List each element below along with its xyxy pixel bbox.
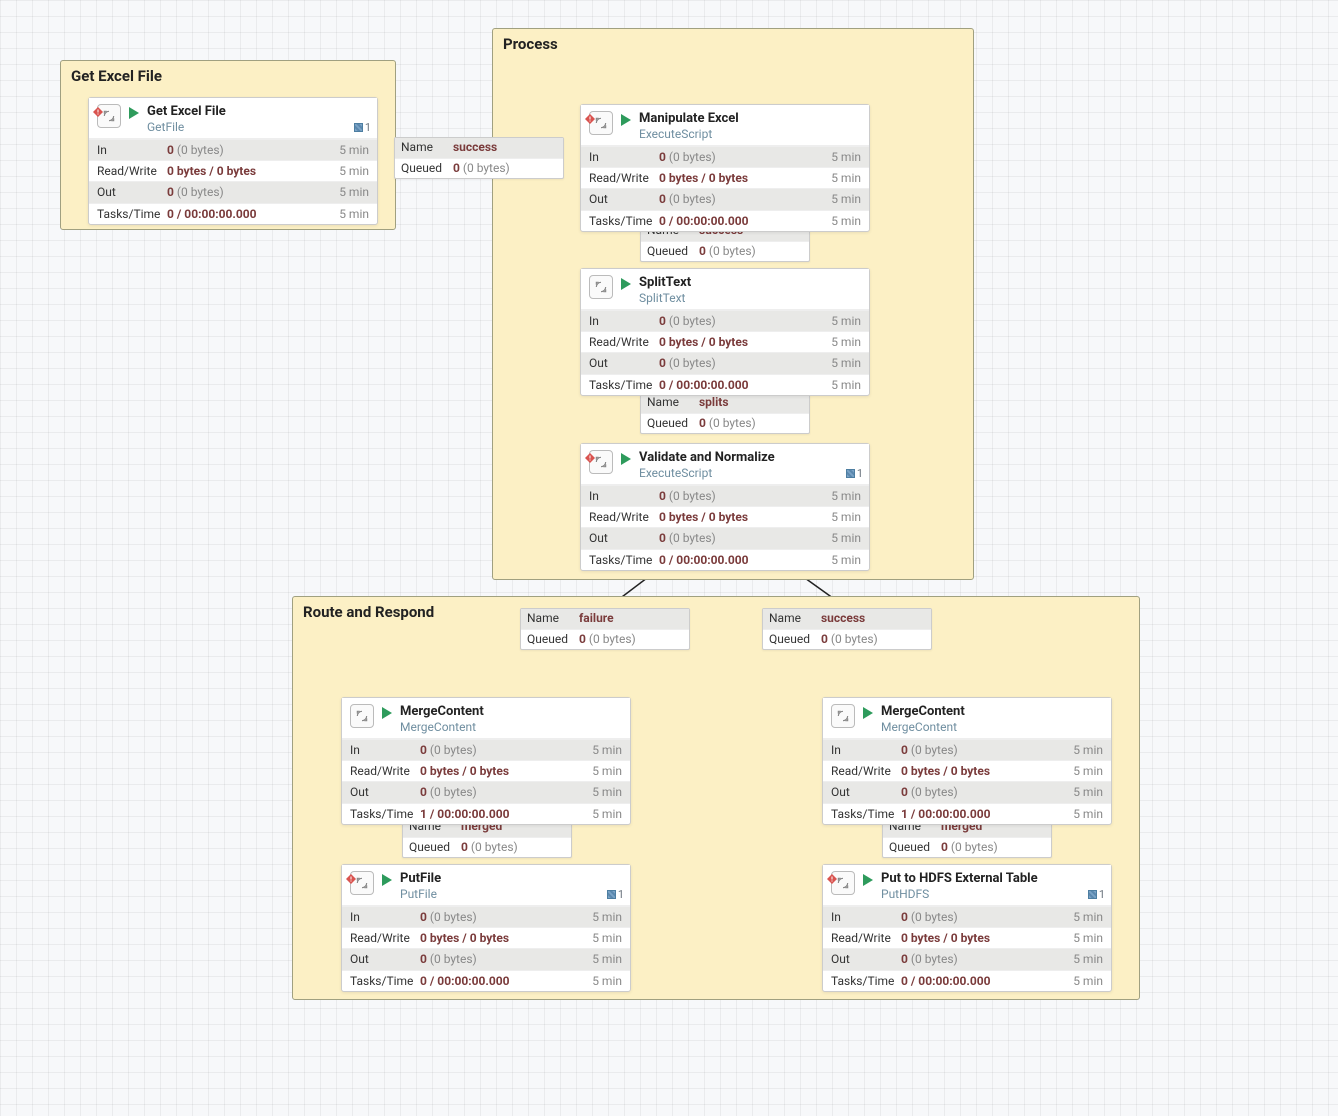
processor-name: SplitText bbox=[639, 275, 861, 291]
processor-splittext[interactable]: SplitText SplitText In0 (0 bytes)5 min R… bbox=[580, 268, 870, 396]
processor-mergecontent-right[interactable]: MergeContent MergeContent In0 (0 bytes)5… bbox=[822, 697, 1112, 825]
processor-type: MergeContent bbox=[881, 720, 1103, 734]
processor-mergecontent-left[interactable]: MergeContent MergeContent In0 (0 bytes)5… bbox=[341, 697, 631, 825]
processor-icon bbox=[589, 275, 613, 299]
connection-name: success bbox=[821, 611, 865, 627]
stat-out: 0 (0 bytes) bbox=[420, 784, 592, 800]
processor-icon bbox=[350, 704, 374, 728]
processor-type: PutHDFS bbox=[881, 887, 1103, 901]
run-status-icon bbox=[129, 107, 139, 119]
processor-type: PutFile bbox=[400, 887, 622, 901]
connection-queued: 0 (0 bytes) bbox=[699, 244, 756, 260]
group-title: Process bbox=[493, 29, 973, 57]
stat-out: 0 (0 bytes) bbox=[901, 784, 1073, 800]
connection-name: success bbox=[453, 140, 497, 156]
connection-success-1[interactable]: Namesuccess Queued0 (0 bytes) bbox=[394, 137, 564, 179]
processor-type: GetFile bbox=[147, 120, 369, 134]
warning-icon bbox=[585, 109, 595, 119]
thread-count-badge: 1 bbox=[1088, 888, 1105, 901]
stat-in: 0 (0 bytes) bbox=[420, 909, 592, 925]
processor-name: Manipulate Excel bbox=[639, 111, 861, 127]
connection-queued: 0 (0 bytes) bbox=[579, 632, 636, 648]
stat-in: 0 (0 bytes) bbox=[659, 313, 831, 329]
stat-tt: 1 / 00:00:00.000 bbox=[420, 806, 592, 822]
connection-name: splits bbox=[699, 395, 729, 411]
processor-type: MergeContent bbox=[400, 720, 622, 734]
warning-icon bbox=[93, 102, 103, 112]
connection-queued: 0 (0 bytes) bbox=[821, 632, 878, 648]
connection-failure[interactable]: Namefailure Queued0 (0 bytes) bbox=[520, 608, 690, 650]
stat-out: 0 (0 bytes) bbox=[659, 355, 831, 371]
processor-type: SplitText bbox=[639, 291, 861, 305]
connection-success-3[interactable]: Namesuccess Queued0 (0 bytes) bbox=[762, 608, 932, 650]
processor-manipulate-excel[interactable]: Manipulate Excel ExecuteScript In0 (0 by… bbox=[580, 104, 870, 232]
stat-out: 0 (0 bytes) bbox=[420, 951, 592, 967]
connection-name: failure bbox=[579, 611, 614, 627]
connection-queued: 0 (0 bytes) bbox=[453, 161, 510, 177]
thread-count-badge: 1 bbox=[846, 467, 863, 480]
processor-name: Put to HDFS External Table bbox=[881, 871, 1103, 887]
run-status-icon bbox=[621, 114, 631, 126]
stat-rw: 0 bytes / 0 bytes bbox=[659, 334, 831, 350]
stat-rw: 0 bytes / 0 bytes bbox=[167, 163, 339, 179]
processor-type: ExecuteScript bbox=[639, 466, 861, 480]
stat-tt: 0 / 00:00:00.000 bbox=[659, 213, 831, 229]
processor-name: MergeContent bbox=[400, 704, 622, 720]
thread-count-badge: 1 bbox=[354, 121, 371, 134]
connection-queued: 0 (0 bytes) bbox=[941, 840, 998, 856]
stat-rw: 0 bytes / 0 bytes bbox=[901, 763, 1073, 779]
stat-rw: 0 bytes / 0 bytes bbox=[659, 170, 831, 186]
stat-rw: 0 bytes / 0 bytes bbox=[420, 930, 592, 946]
processor-putfile[interactable]: PutFile PutFile 1 In0 (0 bytes)5 min Rea… bbox=[341, 864, 631, 992]
run-status-icon bbox=[863, 707, 873, 719]
connection-splits[interactable]: Namesplits Queued0 (0 bytes) bbox=[640, 392, 810, 434]
stat-out: 0 (0 bytes) bbox=[659, 530, 831, 546]
stat-in: 0 (0 bytes) bbox=[659, 149, 831, 165]
stat-tt: 0 / 00:00:00.000 bbox=[901, 973, 1073, 989]
stat-in: 0 (0 bytes) bbox=[420, 742, 592, 758]
run-status-icon bbox=[382, 874, 392, 886]
stat-rw: 0 bytes / 0 bytes bbox=[659, 509, 831, 525]
group-title: Get Excel File bbox=[61, 61, 395, 89]
stat-in: 0 (0 bytes) bbox=[659, 488, 831, 504]
thread-count-badge: 1 bbox=[607, 888, 624, 901]
warning-icon bbox=[346, 869, 356, 879]
stat-out: 0 (0 bytes) bbox=[901, 951, 1073, 967]
stat-out: 0 (0 bytes) bbox=[167, 184, 339, 200]
stat-rw: 0 bytes / 0 bytes bbox=[420, 763, 592, 779]
run-status-icon bbox=[621, 278, 631, 290]
connection-queued: 0 (0 bytes) bbox=[461, 840, 518, 856]
stat-in: 0 (0 bytes) bbox=[901, 742, 1073, 758]
processor-name: Get Excel File bbox=[147, 104, 369, 120]
stat-tt: 1 / 00:00:00.000 bbox=[901, 806, 1073, 822]
warning-icon bbox=[585, 448, 595, 458]
run-status-icon bbox=[863, 874, 873, 886]
group-title: Route and Respond bbox=[293, 597, 1139, 625]
run-status-icon bbox=[621, 453, 631, 465]
processor-type: ExecuteScript bbox=[639, 127, 861, 141]
stat-in: 0 (0 bytes) bbox=[901, 909, 1073, 925]
stat-out: 0 (0 bytes) bbox=[659, 191, 831, 207]
stat-tt: 0 / 00:00:00.000 bbox=[659, 377, 831, 393]
stat-rw: 0 bytes / 0 bytes bbox=[901, 930, 1073, 946]
processor-name: Validate and Normalize bbox=[639, 450, 861, 466]
warning-icon bbox=[827, 869, 837, 879]
run-status-icon bbox=[382, 707, 392, 719]
stat-tt: 0 / 00:00:00.000 bbox=[420, 973, 592, 989]
processor-puthdfs[interactable]: Put to HDFS External Table PutHDFS 1 In0… bbox=[822, 864, 1112, 992]
processor-name: MergeContent bbox=[881, 704, 1103, 720]
stat-tt: 0 / 00:00:00.000 bbox=[167, 206, 339, 222]
processor-get-excel-file[interactable]: Get Excel File GetFile 1 In0 (0 bytes)5 … bbox=[88, 97, 378, 225]
stat-tt: 0 / 00:00:00.000 bbox=[659, 552, 831, 568]
processor-name: PutFile bbox=[400, 871, 622, 887]
processor-icon bbox=[831, 704, 855, 728]
processor-validate-normalize[interactable]: Validate and Normalize ExecuteScript 1 I… bbox=[580, 443, 870, 571]
stat-in: 0 (0 bytes) bbox=[167, 142, 339, 158]
connection-queued: 0 (0 bytes) bbox=[699, 416, 756, 432]
